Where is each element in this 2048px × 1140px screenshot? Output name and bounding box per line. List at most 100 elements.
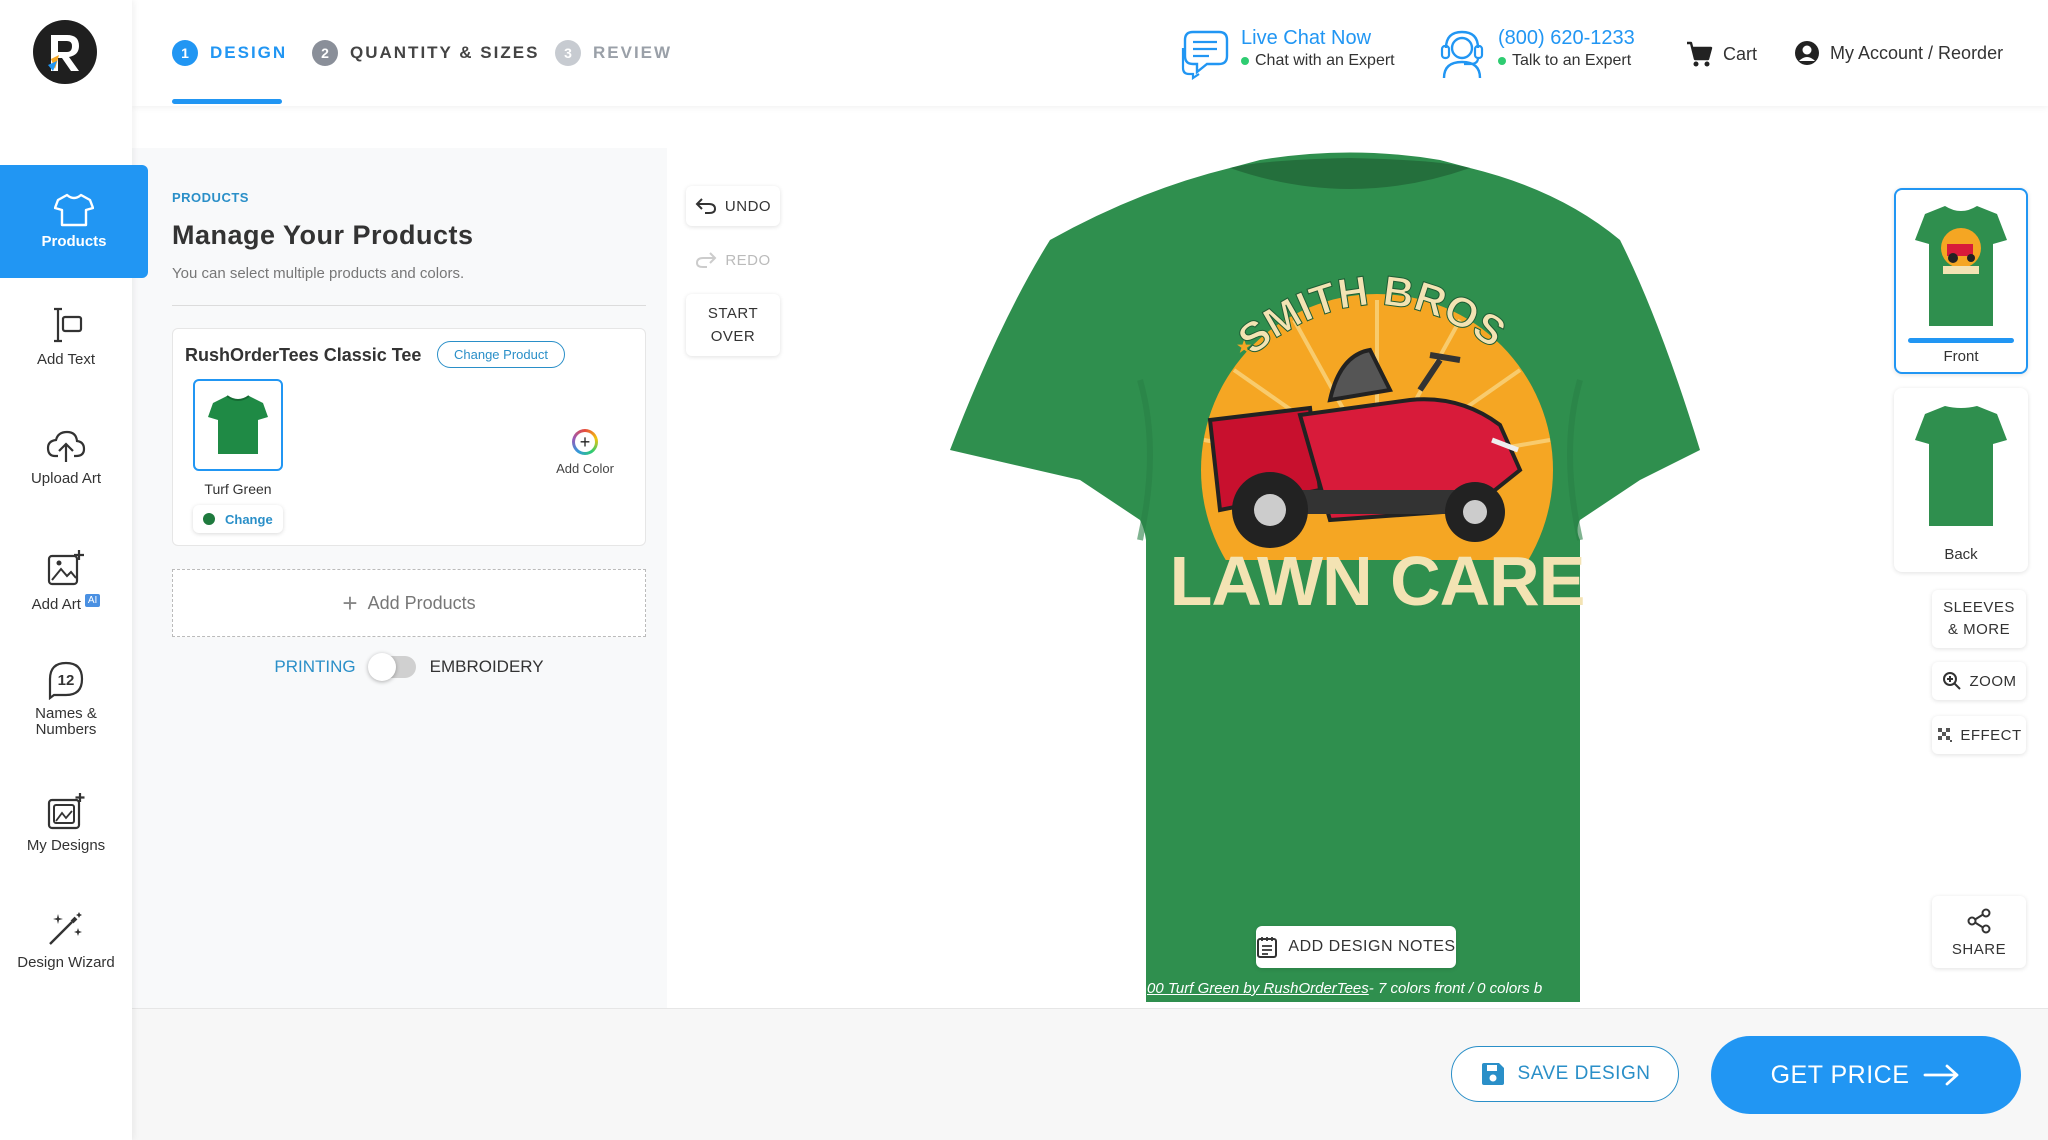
step-number: 2: [312, 40, 338, 66]
live-chat-title: Live Chat Now: [1241, 27, 1372, 49]
printing-option[interactable]: PRINTING: [274, 657, 355, 677]
notes-icon: [1257, 937, 1278, 958]
decoration-method-toggle: PRINTING EMBROIDERY: [172, 653, 646, 681]
tshirt-front-thumbnail-icon: [1915, 206, 2007, 326]
headset-icon: [1440, 30, 1484, 79]
add-design-notes-button[interactable]: ADD DESIGN NOTES: [1256, 926, 1456, 968]
step-review[interactable]: 3 REVIEW: [555, 40, 672, 66]
product-caption-link[interactable]: 00 Turf Green by RushOrderTees: [1147, 980, 1369, 997]
change-color-label: Change: [225, 511, 273, 527]
step-label: QUANTITY & SIZES: [350, 43, 540, 62]
sidebar-item-label: Names & Numbers: [35, 705, 97, 738]
change-product-button[interactable]: Change Product: [437, 341, 565, 368]
phone-number: (800) 620-1233: [1498, 27, 1635, 49]
color-swatch-turf-green[interactable]: [193, 379, 283, 471]
product-caption: 00 Turf Green by RushOrderTees- 7 colors…: [1147, 980, 1577, 997]
account-label: My Account / Reorder: [1830, 42, 2004, 63]
back-view-thumbnail[interactable]: Back: [1894, 388, 2028, 572]
logo[interactable]: [33, 20, 97, 84]
add-products-label: Add Products: [367, 592, 476, 613]
image-plus-icon: [47, 550, 84, 586]
start-over-label: OVER: [710, 328, 756, 345]
tshirt-back-thumbnail-icon: [1915, 406, 2007, 526]
sidebar-item-add-art[interactable]: Add Art AI: [0, 548, 132, 613]
phone-link[interactable]: (800) 620-1233 Talk to an Expert: [1436, 26, 1635, 80]
back-view-label: Back: [1944, 546, 1978, 563]
share-label: SHARE: [1951, 940, 2007, 958]
sidebar-item-label: Add Text: [36, 351, 96, 368]
chat-bubble-icon: [1181, 30, 1229, 80]
user-account-icon: [1795, 41, 1819, 65]
add-design-notes-label: ADD DESIGN NOTES: [1288, 938, 1456, 955]
undo-button[interactable]: UNDO: [686, 186, 780, 226]
product-caption-text: - 7 colors front / 0 colors b: [1368, 980, 1543, 997]
step-design[interactable]: 1 DESIGN: [172, 40, 287, 66]
sidebar-item-my-designs[interactable]: My Designs: [0, 791, 132, 854]
add-color-label: Add Color: [556, 461, 614, 476]
active-view-indicator: [1908, 338, 2014, 343]
share-button[interactable]: SHARE: [1932, 896, 2026, 968]
sleeves-label: & MORE: [1947, 621, 2011, 638]
change-color-button[interactable]: Change: [193, 505, 283, 533]
effect-button[interactable]: EFFECT: [1932, 716, 2026, 754]
left-sidebar: Products Add Text Upload Art Add Art AI 1…: [0, 0, 148, 1140]
step-label: REVIEW: [593, 43, 673, 62]
undo-icon: [695, 198, 716, 214]
save-design-label: SAVE DESIGN: [1517, 1063, 1651, 1084]
sleeves-more-button[interactable]: SLEEVES & MORE: [1932, 590, 2026, 648]
embroidery-option[interactable]: EMBROIDERY: [430, 657, 544, 677]
text-cursor-icon: [54, 307, 83, 343]
top-bar: 1 DESIGN 2 QUANTITY & SIZES 3 REVIEW Liv…: [132, 0, 2048, 106]
sidebar-item-products[interactable]: Products: [0, 165, 148, 278]
divider: [172, 305, 646, 306]
front-view-thumbnail[interactable]: Front: [1894, 188, 2028, 374]
zoom-label: ZOOM: [1969, 672, 2017, 690]
save-disk-icon: [1481, 1063, 1504, 1085]
redo-button[interactable]: REDO: [686, 240, 780, 280]
phone-subtitle: Talk to an Expert: [1512, 52, 1632, 69]
undo-label: UNDO: [724, 197, 772, 215]
sidebar-item-upload-art[interactable]: Upload Art: [0, 428, 132, 487]
ai-badge: AI: [84, 594, 101, 607]
gallery-icon: [47, 793, 85, 830]
zoom-icon: [1942, 672, 1961, 690]
tshirt-mockup: ★ ★ SMITH BROS. LAWN CARE: [934, 112, 1700, 1002]
design-bottom-text: LAWN CARE: [1170, 542, 1585, 620]
account-link[interactable]: My Account / Reorder: [1794, 40, 2003, 66]
sidebar-item-add-text[interactable]: Add Text: [0, 305, 132, 368]
step-number: 3: [555, 40, 581, 66]
arrow-right-icon: [1923, 1064, 1959, 1086]
zoom-button[interactable]: ZOOM: [1932, 662, 2026, 700]
sidebar-item-label: Products: [41, 233, 107, 250]
online-dot: [1241, 56, 1249, 65]
redo-label: REDO: [725, 251, 771, 269]
online-dot: [1498, 56, 1506, 65]
step-number: 1: [172, 40, 198, 66]
save-design-button[interactable]: SAVE DESIGN: [1451, 1046, 1679, 1102]
live-chat-link[interactable]: Live Chat Now Chat with an Expert: [1179, 26, 1395, 80]
step-quantity-sizes[interactable]: 2 QUANTITY & SIZES: [312, 40, 539, 66]
sidebar-item-names-numbers[interactable]: 12 Names & Numbers: [0, 660, 132, 738]
start-over-button[interactable]: START OVER: [686, 294, 780, 356]
logo-icon: [48, 35, 79, 71]
product-name: RushOrderTees Classic Tee: [185, 345, 422, 365]
color-name: Turf Green: [204, 481, 272, 497]
color-dot: [203, 513, 215, 525]
sidebar-item-label: My Designs: [26, 837, 106, 854]
cart-link[interactable]: Cart: [1685, 40, 1757, 68]
add-products-button[interactable]: + Add Products: [172, 569, 646, 637]
number-badge-icon: 12: [48, 661, 84, 700]
panel-section-label: PRODUCTS: [172, 190, 249, 205]
add-color-icon: +: [572, 429, 598, 455]
sidebar-item-label: Design Wizard: [17, 954, 115, 971]
magic-wand-icon: [49, 912, 82, 945]
add-color-button[interactable]: + Add Color: [545, 429, 625, 476]
printing-embroidery-switch[interactable]: [367, 653, 416, 681]
get-price-button[interactable]: GET PRICE: [1711, 1036, 2021, 1114]
shirt-canvas[interactable]: ★ ★ SMITH BROS. LAWN CARE: [934, 112, 1770, 1002]
cloud-upload-icon: [46, 430, 86, 462]
sidebar-item-design-wizard[interactable]: Design Wizard: [0, 910, 132, 971]
redo-icon: [696, 252, 717, 268]
sleeves-label: SLEEVES: [1943, 599, 2015, 616]
start-over-label: START: [707, 305, 759, 322]
